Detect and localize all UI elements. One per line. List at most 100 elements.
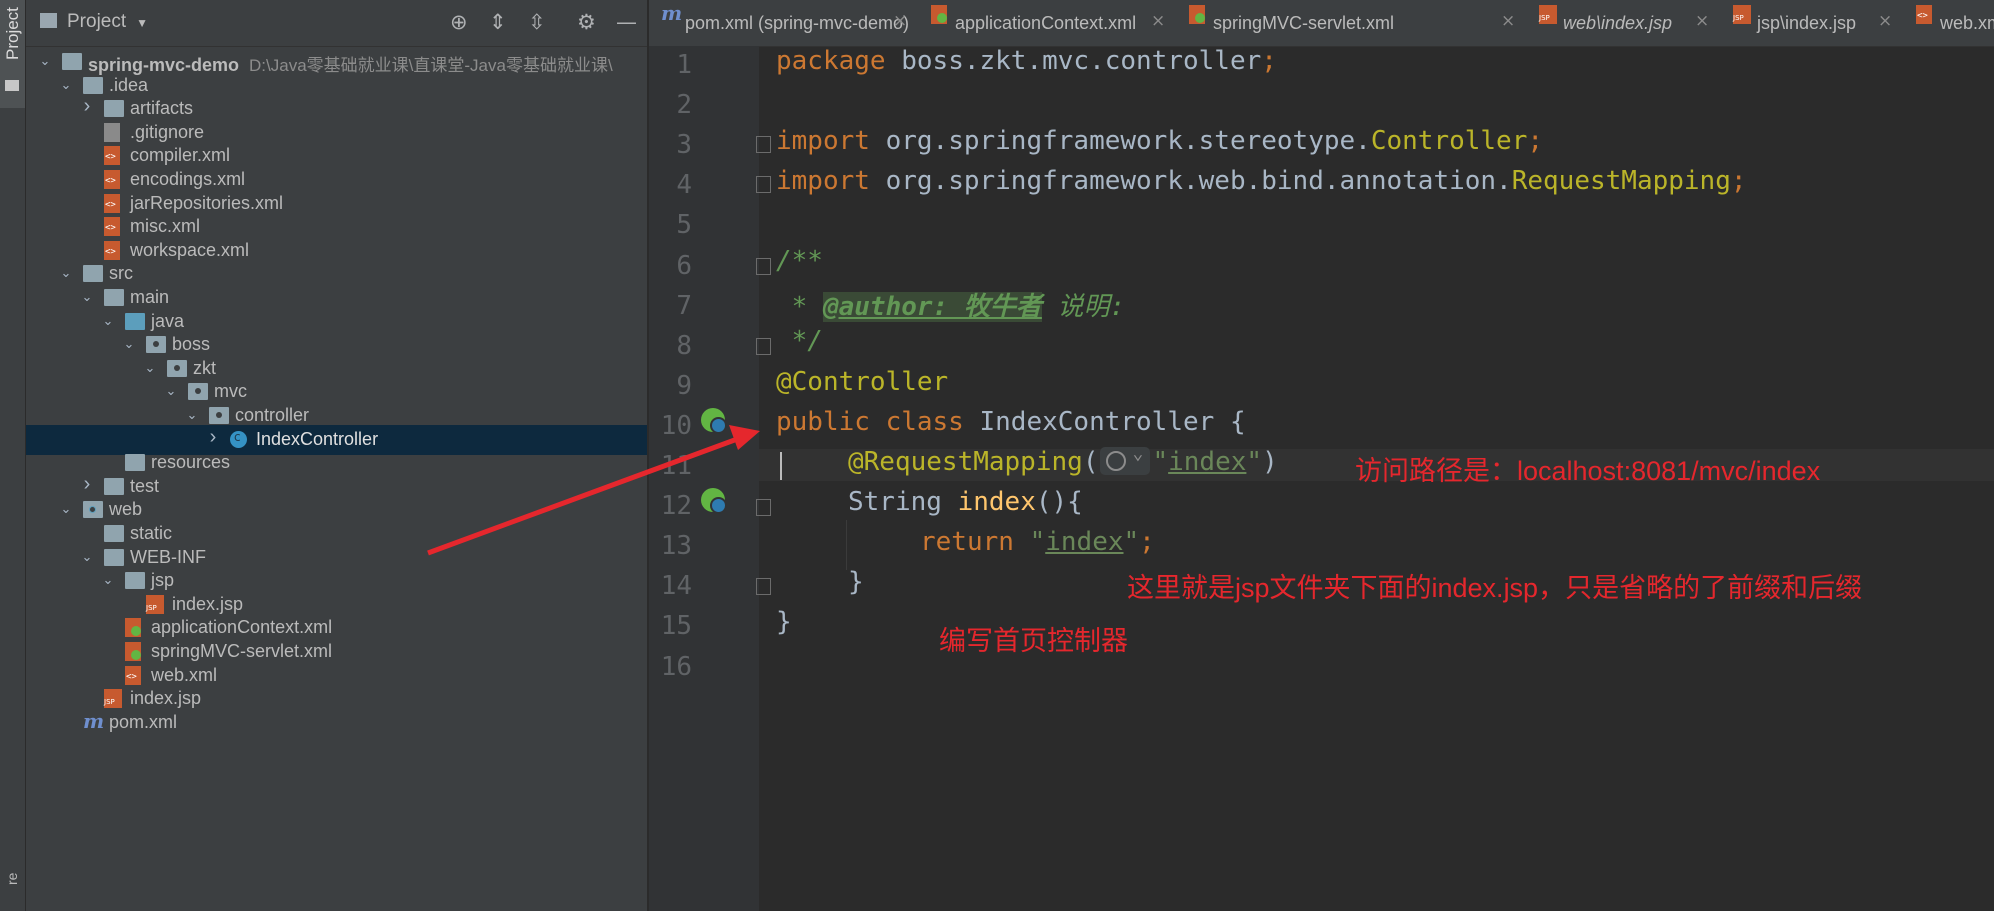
locate-icon[interactable]: ⊕ — [450, 10, 468, 34]
spring-xml-file-icon — [125, 618, 141, 638]
fold-marker-icon[interactable] — [756, 136, 771, 153]
tree-item-label: workspace.xml — [130, 240, 249, 261]
chevron-down-icon[interactable]: ⌄ — [101, 313, 115, 328]
chevron-down-icon[interactable]: ⌄ — [80, 289, 94, 304]
editor-tab[interactable]: applicationContext.xml × — [919, 0, 1177, 46]
bottom-tool-tab[interactable]: re — [4, 873, 20, 885]
gear-icon[interactable]: ⚙ — [577, 10, 596, 34]
jsp-file-icon — [1733, 5, 1751, 24]
editor-tab[interactable]: web.xm — [1904, 0, 1994, 46]
xml-file-icon — [104, 240, 120, 260]
tree-item-label: jsp — [151, 570, 174, 591]
tree-item-label: zkt — [193, 358, 216, 379]
fold-marker-icon[interactable] — [756, 499, 771, 516]
spring-bean-icon[interactable] — [701, 488, 727, 514]
tree-item-text: resources — [151, 452, 231, 473]
jsp-file-icon — [104, 689, 122, 709]
close-icon[interactable]: × — [1501, 11, 1515, 31]
code-line-4[interactable]: import org.springframework.web.bind.anno… — [776, 166, 1747, 196]
spring-bean-icon[interactable] — [701, 408, 727, 434]
code-line-12[interactable]: String index(){ — [848, 487, 1083, 517]
fold-marker-icon[interactable] — [756, 176, 771, 193]
code-line-15[interactable]: } — [776, 607, 792, 637]
hide-icon[interactable]: — — [616, 10, 637, 34]
line-number: 15 — [660, 611, 692, 642]
xml-file-icon — [104, 193, 120, 213]
tree-item-label: main — [130, 287, 169, 308]
jsp-file-icon — [146, 594, 164, 614]
chevron-down-icon[interactable]: ⌄ — [185, 407, 199, 422]
chevron-down-icon[interactable]: ⌄ — [59, 265, 73, 280]
code-line-13[interactable]: return "index"; — [920, 527, 1155, 557]
code-line-14[interactable]: } — [848, 567, 864, 597]
code-line-10[interactable]: public class IndexController { — [776, 407, 1246, 437]
expand-all-icon[interactable]: ⇕ — [489, 10, 507, 34]
path-annotation: 访问路径是：localhost:8081/mvc/index — [1355, 456, 1821, 486]
chevron-down-icon[interactable]: ⌄ — [164, 383, 178, 398]
folder-icon — [104, 289, 124, 306]
close-icon[interactable]: × — [1151, 11, 1165, 31]
line-number: 14 — [660, 571, 692, 602]
tree-item-text: workspace.xml — [130, 239, 250, 260]
fold-marker-icon[interactable] — [756, 338, 771, 355]
chevron-down-icon[interactable]: ⌄ — [38, 53, 52, 68]
close-icon[interactable]: × — [893, 11, 907, 31]
spring-xml-file-icon — [1189, 5, 1205, 24]
folder-icon — [104, 477, 124, 495]
editor-tab-label: web.xm — [1940, 13, 1994, 33]
chevron-down-icon[interactable]: ⌄ — [59, 77, 73, 92]
code-line-9[interactable]: @Controller — [776, 367, 948, 397]
collapse-all-icon[interactable]: ⇳ — [528, 10, 546, 34]
tree-item-label: .gitignore — [130, 122, 204, 143]
tree-item-text: compiler.xml — [130, 145, 231, 166]
tree-item-label: static — [130, 523, 172, 544]
editor-gutter: 1 2 3 4 5 6 7 8 9 10 11 12 13 14 15 16 — [649, 46, 771, 911]
spring-xml-file-icon — [931, 5, 947, 24]
url-inlay-icon[interactable] — [1100, 443, 1151, 475]
tree-item-label: boss — [172, 334, 210, 355]
tree-item-text: src — [109, 263, 133, 284]
tree-item-text: index.jsp — [172, 593, 244, 614]
tree-item-label: misc.xml — [130, 216, 200, 237]
tree-item[interactable]: m pom.xml — [26, 708, 647, 738]
chevron-right-icon[interactable]: › — [206, 427, 220, 447]
chevron-down-icon[interactable]: ⌄ — [101, 572, 115, 587]
tree-item-label: controller — [235, 405, 309, 426]
code-line-6[interactable]: /** — [776, 246, 823, 276]
fold-marker-icon[interactable] — [756, 258, 771, 275]
project-view-selector[interactable]: Project ▼ — [40, 11, 148, 33]
code-line-7[interactable]: * @author: 牧牛者 说明: — [776, 286, 1125, 323]
chevron-down-icon[interactable]: ⌄ — [59, 501, 73, 516]
chevron-down-icon[interactable]: ⌄ — [80, 549, 94, 564]
project-tool-tab[interactable]: Project — [0, 0, 25, 108]
code-line-3[interactable]: import org.springframework.stereotype.Co… — [776, 126, 1543, 156]
maven-file-icon: m — [83, 708, 105, 733]
chevron-right-icon[interactable]: › — [80, 474, 94, 494]
module-folder-icon — [62, 53, 82, 70]
chevron-down-icon[interactable]: ⌄ — [122, 336, 136, 351]
editor-tab[interactable]: jsp\index.jsp × — [1721, 0, 1904, 46]
chevron-right-icon[interactable]: › — [80, 96, 94, 116]
tree-item-text: encodings.xml — [130, 169, 246, 189]
editor-tab[interactable]: m pom.xml (spring-mvc-demo) × — [649, 0, 919, 46]
tree-item-label: IndexController — [256, 429, 378, 450]
close-icon[interactable]: × — [1878, 11, 1892, 31]
code-line-8[interactable]: */ — [776, 326, 823, 356]
chevron-down-icon[interactable]: ⌄ — [143, 360, 157, 375]
tree-item-label: artifacts — [130, 98, 193, 119]
jsp-file-icon — [1539, 5, 1557, 24]
xml-file-icon — [125, 665, 141, 685]
tree-item-label: jarRepositories.xml — [130, 193, 283, 214]
tree-item-label: compiler.xml — [130, 145, 230, 166]
editor-tab[interactable]: web\index.jsp × — [1527, 0, 1721, 46]
editor-tab-label: pom.xml (spring-mvc-demo) — [685, 13, 910, 33]
editor-tab[interactable]: springMVC-servlet.xml × — [1177, 0, 1527, 46]
line-number: 2 — [676, 90, 692, 121]
chevron-down-icon: ▼ — [136, 16, 149, 30]
code-line-1[interactable]: package boss.zkt.mvc.controller; — [776, 46, 1277, 76]
tree-item-text: zkt — [193, 357, 217, 378]
code-line-11[interactable]: @RequestMapping("index") — [848, 443, 1278, 477]
close-icon[interactable]: × — [1695, 11, 1709, 31]
fold-marker-icon[interactable] — [756, 578, 771, 595]
tree-item-label: pom.xml — [109, 712, 177, 733]
